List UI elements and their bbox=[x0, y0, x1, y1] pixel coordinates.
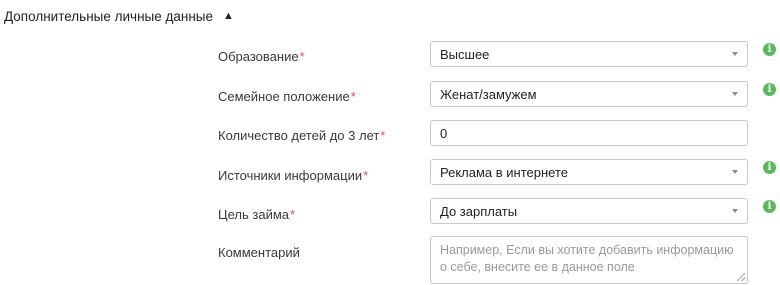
marital-status-select[interactable]: Женат/замужем bbox=[430, 81, 748, 107]
loan-purpose-row: Цель займа* До зарплаты i bbox=[0, 198, 780, 226]
resize-handle-icon[interactable] bbox=[737, 273, 745, 281]
comment-label: Комментарий bbox=[218, 245, 300, 260]
info-icon[interactable]: i bbox=[763, 161, 776, 174]
collapse-arrow-icon[interactable]: ▲ bbox=[223, 10, 234, 22]
education-row: Образование* Высшее i bbox=[0, 40, 780, 68]
chevron-down-icon bbox=[732, 52, 738, 56]
required-marker: * bbox=[290, 207, 296, 222]
info-source-value: Реклама в интернете bbox=[440, 164, 569, 180]
chevron-down-icon bbox=[732, 170, 738, 174]
marital-status-row: Семейное положение* Женат/замужем i bbox=[0, 80, 780, 108]
loan-purpose-value: До зарплаты bbox=[440, 203, 518, 219]
required-marker: * bbox=[363, 168, 369, 183]
required-marker: * bbox=[350, 89, 356, 104]
info-icon[interactable]: i bbox=[763, 43, 776, 56]
marital-status-value: Женат/замужем bbox=[440, 86, 537, 102]
info-icon[interactable]: i bbox=[763, 200, 776, 213]
children-count-input[interactable]: 0 bbox=[430, 120, 748, 146]
loan-purpose-label: Цель займа* bbox=[218, 207, 296, 222]
section-toggle[interactable]: Дополнительные личные данные ▲ bbox=[4, 6, 234, 26]
marital-status-label: Семейное положение* bbox=[218, 89, 356, 104]
children-count-row: Количество детей до 3 лет* 0 bbox=[0, 119, 780, 147]
required-marker: * bbox=[299, 49, 305, 64]
info-source-select[interactable]: Реклама в интернете bbox=[430, 159, 748, 185]
education-value: Высшее bbox=[440, 46, 490, 62]
children-count-label: Количество детей до 3 лет* bbox=[218, 128, 386, 143]
chevron-down-icon bbox=[732, 209, 738, 213]
comment-textarea[interactable]: Например, Если вы хотите добавить информ… bbox=[430, 236, 748, 284]
education-label: Образование* bbox=[218, 49, 305, 64]
section-title: Дополнительные личные данные bbox=[4, 8, 213, 24]
comment-placeholder: Например, Если вы хотите добавить информ… bbox=[440, 243, 734, 274]
education-select[interactable]: Высшее bbox=[430, 41, 748, 67]
children-count-value: 0 bbox=[440, 125, 448, 141]
required-marker: * bbox=[380, 128, 386, 143]
info-source-label: Источники информации* bbox=[218, 168, 369, 183]
info-icon[interactable]: i bbox=[763, 83, 776, 96]
chevron-down-icon bbox=[732, 92, 738, 96]
info-source-row: Источники информации* Реклама в интернет… bbox=[0, 159, 780, 187]
loan-purpose-select[interactable]: До зарплаты bbox=[430, 198, 748, 224]
